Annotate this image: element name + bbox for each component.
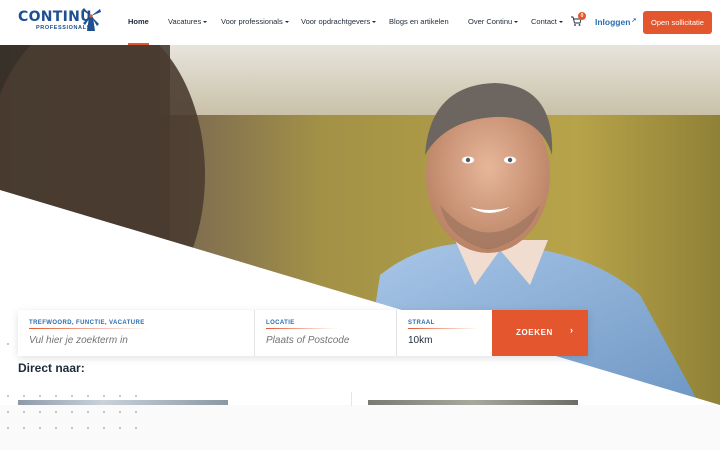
open-sollicitatie-button[interactable]: Open sollicitatie	[643, 11, 712, 34]
external-link-icon: ↗	[631, 18, 637, 24]
nav-over-continu-label: Over Continu	[468, 17, 513, 26]
nav-home[interactable]: Home	[128, 17, 149, 26]
nav-contact[interactable]: Contact	[531, 17, 563, 26]
logo[interactable]: CONTINU PROFESSIONALS	[18, 8, 102, 35]
radius-underline	[408, 328, 478, 329]
nav-voor-professionals[interactable]: Voor professionals	[221, 17, 289, 26]
search-button[interactable]: ZOEKEN ›	[492, 310, 588, 356]
radius-select[interactable]: STRAAL 10km	[397, 310, 492, 356]
location-field[interactable]: LOCATIE	[255, 310, 397, 356]
nav-contact-label: Contact	[531, 17, 557, 26]
chevron-down-icon	[284, 21, 289, 23]
nav-home-label: Home	[128, 17, 149, 26]
login-label: Inloggen	[595, 17, 631, 27]
nav-voor-professionals-label: Voor professionals	[221, 17, 283, 26]
direct-card-image-2[interactable]	[368, 400, 578, 405]
location-underline	[266, 328, 336, 329]
chevron-down-icon	[558, 21, 563, 23]
windmill-logo-icon	[82, 8, 101, 31]
nav-active-indicator	[128, 43, 149, 45]
nav-blogs-label: Blogs en artikelen	[389, 17, 449, 26]
job-search-bar: TREFWOORD, FUNCTIE, VACATURE LOCATIE STR…	[18, 310, 588, 356]
nav-vacatures[interactable]: Vacatures	[168, 17, 208, 26]
keyword-underline	[29, 328, 149, 329]
site-header: CONTINU PROFESSIONALS Home Vacatures Voo…	[0, 0, 720, 45]
chevron-down-icon	[514, 21, 519, 23]
cart-count-badge: 0	[578, 12, 586, 20]
nav-blogs[interactable]: Blogs en artikelen	[389, 17, 449, 26]
keyword-input[interactable]	[29, 335, 230, 346]
chevron-down-icon	[372, 21, 377, 23]
nav-over-continu[interactable]: Over Continu	[468, 17, 519, 26]
decorative-dot-grid	[7, 343, 137, 429]
keyword-label: TREFWOORD, FUNCTIE, VACATURE	[29, 320, 145, 326]
location-label: LOCATIE	[266, 320, 295, 326]
nav-vacatures-label: Vacatures	[168, 17, 202, 26]
direct-card-image-1[interactable]	[18, 400, 228, 405]
location-input[interactable]	[266, 335, 386, 346]
chevron-down-icon	[203, 21, 208, 23]
search-button-label: ZOEKEN	[516, 328, 553, 337]
hero-section	[0, 45, 720, 450]
nav-voor-opdrachtgevers[interactable]: Voor opdrachtgevers	[301, 17, 377, 26]
radius-value: 10km	[408, 335, 433, 346]
chevron-right-icon: ›	[570, 325, 574, 335]
login-link[interactable]: Inloggen↗	[595, 17, 636, 27]
nav-voor-opdrachtgevers-label: Voor opdrachtgevers	[301, 17, 371, 26]
direct-naar-heading: Direct naar:	[18, 361, 85, 375]
radius-label: STRAAL	[408, 320, 435, 326]
keyword-field[interactable]: TREFWOORD, FUNCTIE, VACATURE	[18, 310, 255, 356]
card-divider	[351, 392, 352, 406]
